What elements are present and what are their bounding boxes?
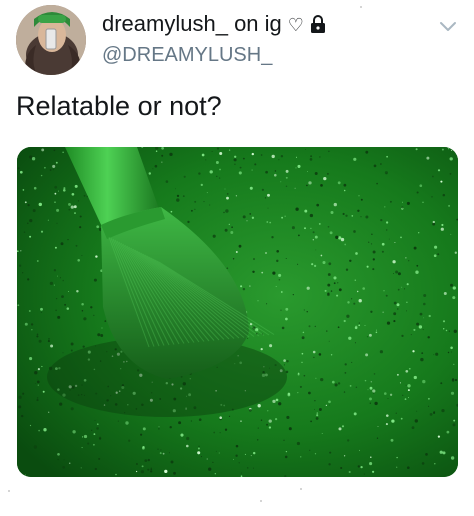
lock-icon	[310, 12, 326, 40]
avatar[interactable]	[16, 5, 86, 75]
green-glitter-brush-photo-icon	[17, 147, 458, 477]
display-name-text: dreamylush_ on ig	[102, 11, 282, 36]
tweet-header: dreamylush_ on ig ♡ @DREAMYLUSH_	[0, 0, 474, 84]
artifact-dot	[300, 488, 302, 490]
user-handle[interactable]: @DREAMYLUSH_	[102, 42, 272, 68]
display-name[interactable]: dreamylush_ on ig ♡	[102, 10, 326, 40]
tweet-text: Relatable or not?	[16, 91, 222, 121]
chevron-down-icon[interactable]	[434, 12, 462, 40]
artifact-dot	[260, 500, 262, 502]
heart-icon: ♡	[287, 15, 304, 36]
artifact-dot	[8, 490, 10, 492]
tweet-media-image[interactable]	[17, 147, 458, 477]
avatar-photo-icon	[16, 5, 86, 75]
artifact-dot	[360, 6, 362, 8]
